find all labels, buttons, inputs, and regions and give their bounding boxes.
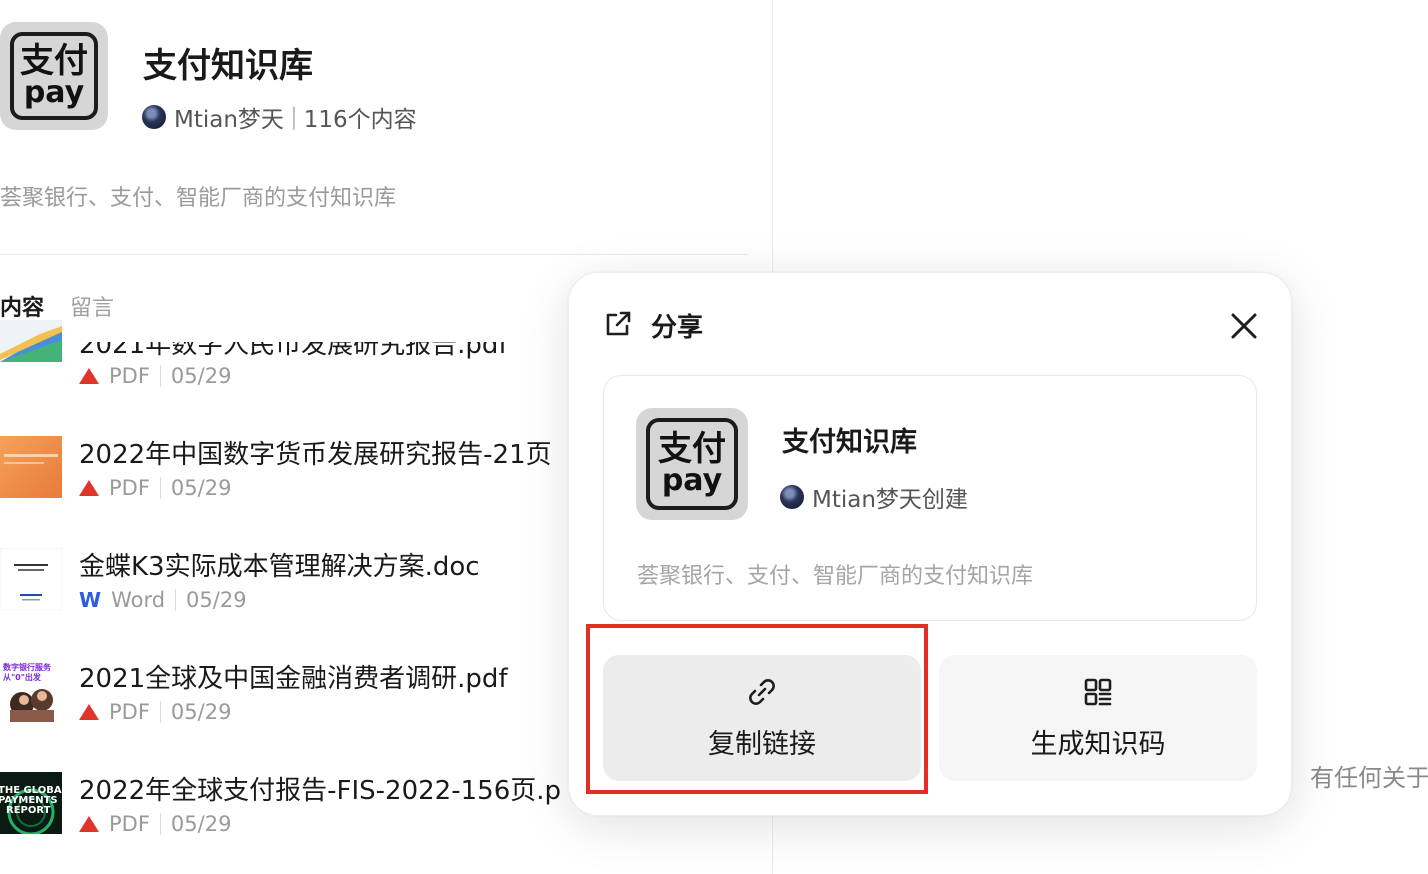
document-type: PDF: [109, 700, 150, 724]
card-creator-name: Mtian梦天创建: [812, 487, 968, 513]
pdf-icon: [79, 368, 99, 384]
document-title[interactable]: 2022年中国数字货币发展研究报告-21页: [79, 434, 552, 471]
logo-text-bottom: pay: [23, 74, 85, 110]
page-title: 支付知识库: [143, 46, 313, 86]
word-icon: W: [79, 588, 102, 612]
document-title[interactable]: 金蝶K3实际成本管理解决方案.doc: [79, 546, 480, 583]
right-panel-hint: 有任何关于: [1310, 764, 1428, 792]
copy-link-label: 复制链接: [708, 728, 816, 760]
generate-code-label: 生成知识码: [1030, 728, 1166, 760]
document-date: 05/29: [170, 812, 232, 836]
close-icon: [1231, 313, 1257, 339]
card-description: 荟聚银行、支付、智能厂商的支付知识库: [637, 564, 1034, 589]
document-meta: PDF 05/29: [79, 700, 231, 724]
document-type: PDF: [109, 364, 150, 388]
thumbnail-caption: REPORT: [6, 805, 51, 816]
divider: [159, 701, 161, 723]
document-meta: PDF 05/29: [79, 364, 231, 388]
document-type: Word: [111, 588, 166, 612]
document-date: 05/29: [186, 588, 247, 612]
generate-code-button[interactable]: 生成知识码: [939, 655, 1257, 781]
logo-text-top: 支付: [19, 40, 88, 81]
knowledge-base-logo: 支付 pay: [636, 408, 748, 520]
qr-code-icon: [1084, 678, 1112, 705]
tab-comments[interactable]: 留言: [70, 290, 114, 322]
document-thumbnail: 数字银行服务 从"0"出发: [0, 660, 62, 722]
document-thumbnail: [0, 320, 62, 362]
owner-name[interactable]: Mtian梦天: [174, 100, 284, 134]
share-modal-title: 分享: [651, 313, 704, 343]
document-meta: W Word 05/29: [79, 588, 247, 612]
document-date: 05/29: [170, 700, 232, 724]
copy-link-button[interactable]: 复制链接: [603, 655, 921, 781]
meta-separator: |: [289, 104, 298, 130]
document-date: 05/29: [170, 476, 232, 500]
pdf-icon: [79, 704, 99, 720]
close-button[interactable]: [1227, 309, 1261, 343]
document-type: PDF: [109, 476, 150, 500]
pdf-icon: [79, 816, 99, 832]
avatar: [780, 485, 804, 509]
divider: [159, 477, 161, 499]
document-thumbnail: THE GLOBAL PAYMENTS REPORT: [0, 772, 62, 834]
divider: [175, 589, 177, 611]
link-icon: [749, 678, 775, 705]
owner-meta: Mtian梦天 | 116个内容: [142, 100, 417, 134]
document-title[interactable]: 2021年数字人民币发展研究报告.pdf: [79, 342, 508, 361]
card-title: 支付知识库: [782, 427, 917, 458]
document-type: PDF: [109, 812, 150, 836]
knowledge-base-logo: 支付 pay: [0, 22, 108, 130]
document-title[interactable]: 2021全球及中国金融消费者调研.pdf: [79, 658, 508, 695]
document-date: 05/29: [170, 364, 232, 388]
document-thumbnail: [0, 436, 62, 498]
share-modal: 分享 支付 pay 支付知识库 Mtian梦天创建 荟聚银行、支付、智能厂商的支…: [568, 272, 1292, 816]
tab-content[interactable]: 内容: [0, 290, 44, 322]
document-thumbnail: [0, 548, 62, 610]
pdf-icon: [79, 480, 99, 496]
document-title[interactable]: 2022年全球支付报告-FIS-2022-156页.p: [79, 770, 561, 807]
divider: [0, 254, 748, 255]
content-count: 116个内容: [303, 107, 417, 133]
card-creator: Mtian梦天创建: [780, 480, 968, 514]
divider: [159, 813, 161, 835]
knowledge-base-description: 荟聚银行、支付、智能厂商的支付知识库: [0, 186, 397, 211]
logo-text-top: 支付: [657, 428, 726, 469]
document-meta: PDF 05/29: [79, 476, 231, 500]
share-icon: [603, 309, 633, 343]
share-modal-header: 分享: [603, 307, 703, 344]
logo-text-bottom: pay: [661, 462, 723, 498]
document-meta: PDF 05/29: [79, 812, 231, 836]
divider: [159, 365, 161, 387]
share-preview-card: 支付 pay 支付知识库 Mtian梦天创建 荟聚银行、支付、智能厂商的支付知识…: [603, 375, 1257, 621]
avatar[interactable]: [142, 105, 166, 129]
tab-bar: 内容 留言: [0, 290, 114, 322]
